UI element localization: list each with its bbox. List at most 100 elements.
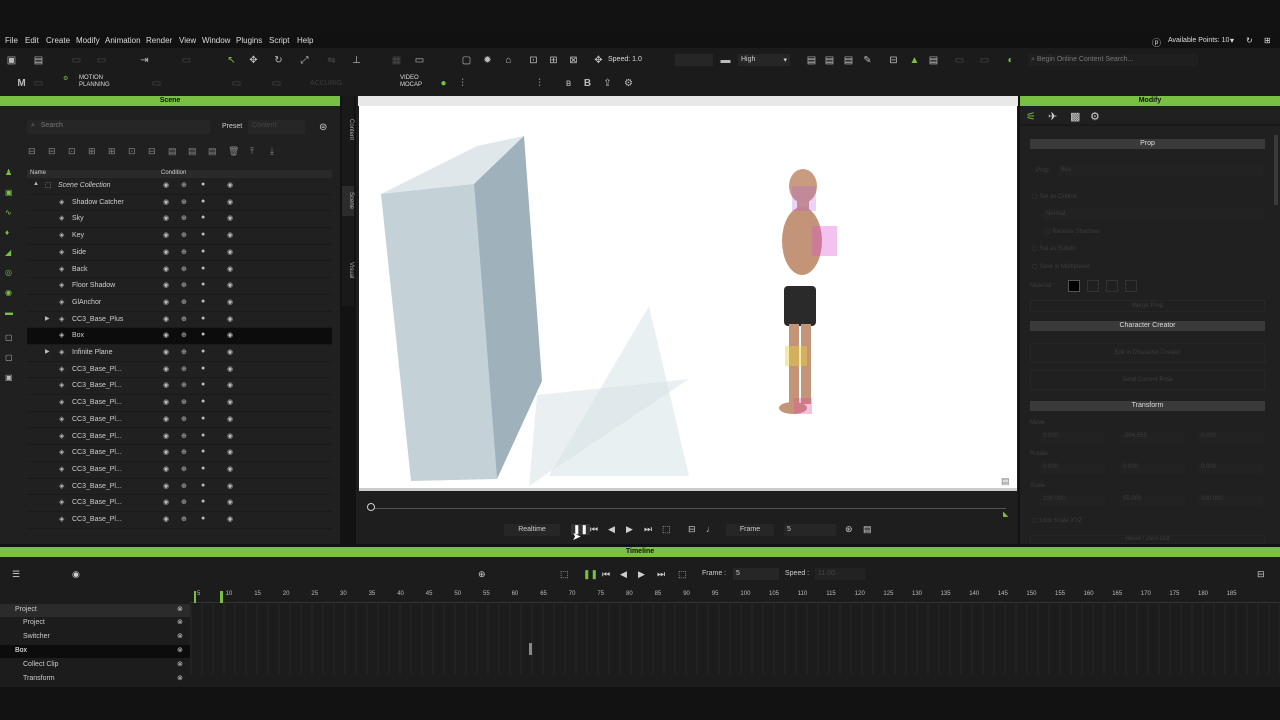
render-icon[interactable]: ◉	[227, 498, 233, 506]
quality-dropdown[interactable]: High ▾	[738, 54, 790, 66]
menu-modify[interactable]: Modify	[76, 34, 100, 45]
scene-row[interactable]: Key ◈ ◉ ⊕ ● ◉	[27, 228, 332, 245]
tool5-icon[interactable]: ▭	[270, 77, 283, 90]
camera-filter-icon[interactable]: ◢	[5, 248, 11, 257]
track-close-icon[interactable]: ⊗	[177, 674, 183, 682]
eye-icon[interactable]: ◉	[163, 432, 169, 440]
shadow-icon[interactable]: ●	[201, 348, 205, 355]
shadow-icon[interactable]: ●	[201, 198, 205, 205]
lock-scale-checkbox[interactable]: ▢ Lock Scale XYZ	[1032, 517, 1082, 524]
timeline-step-back-icon[interactable]: ◀	[620, 569, 627, 580]
scene-row[interactable]: CC3_Base_Pl... ◈ ◉ ⊕ ● ◉	[27, 378, 332, 396]
move-z-input[interactable]: 0.000	[1198, 433, 1263, 443]
sound-filter-icon[interactable]: ◉	[5, 288, 12, 297]
shadow-icon[interactable]: ●	[201, 331, 205, 338]
timeline-eye-icon[interactable]: ◉	[72, 569, 80, 580]
video-icon[interactable]: ▬	[719, 54, 732, 67]
eye-icon[interactable]: ◉	[163, 248, 169, 256]
step-forward-icon[interactable]: ▶	[626, 524, 633, 535]
shadow-icon[interactable]: ●	[201, 231, 205, 238]
eye-icon[interactable]: ◉	[163, 381, 169, 389]
timeline-zoom-icon[interactable]: ⊕	[478, 569, 486, 580]
eye-icon[interactable]: ◉	[163, 465, 169, 473]
eye-icon[interactable]: ◉	[163, 331, 169, 339]
snap-icon[interactable]: ⊥	[350, 54, 363, 67]
scene-row[interactable]: Floor Shadow ◈ ◉ ⊕ ● ◉	[27, 278, 332, 295]
shadow-icon[interactable]: ●	[201, 265, 205, 272]
render-icon[interactable]: ◉	[227, 214, 233, 222]
material-slot-3[interactable]	[1106, 280, 1118, 292]
chevron-down-icon[interactable]: ▾	[1230, 34, 1234, 45]
render-icon[interactable]: ◉	[227, 331, 233, 339]
shadow-icon[interactable]: ●	[201, 465, 205, 472]
lock-icon[interactable]: ⊕	[181, 348, 187, 356]
scene-row[interactable]: CC3_Base_Pl... ◈ ◉ ⊕ ● ◉	[27, 445, 332, 462]
zoom-icon[interactable]: ⊠	[567, 54, 580, 67]
lock-icon[interactable]: ⊕	[181, 448, 187, 456]
shadow-icon[interactable]: ●	[201, 298, 205, 305]
shadow-icon[interactable]: ●	[201, 281, 205, 288]
undo-icon[interactable]: ▭	[95, 54, 108, 67]
brush-icon[interactable]: ʙ	[562, 77, 575, 90]
menu-window[interactable]: Window	[202, 34, 230, 45]
material-slot-4[interactable]	[1125, 280, 1137, 292]
eye-icon[interactable]: ◉	[163, 448, 169, 456]
motion-pose-icon[interactable]: ✈	[1048, 110, 1057, 123]
eye-icon[interactable]: ◉	[163, 214, 169, 222]
light-icon[interactable]: ✹	[481, 54, 494, 67]
timeline-track[interactable]: Project ⊗	[0, 604, 190, 617]
trash-icon[interactable]: 🗑	[228, 146, 239, 157]
timeline-track[interactable]: Collect Clip ⊗	[0, 659, 190, 672]
shadow-icon[interactable]: ●	[201, 448, 205, 455]
layer-icon[interactable]: ⊟	[148, 146, 156, 157]
menu-render[interactable]: Render	[146, 34, 172, 45]
lock-icon[interactable]: ⊕	[181, 432, 187, 440]
record-icon[interactable]: ⊟	[688, 524, 696, 535]
timeline-menu-icon[interactable]: ☰	[12, 569, 20, 580]
scene-row[interactable]: Box ◈ ◉ ⊕ ● ◉	[27, 328, 332, 345]
shadow-icon[interactable]: ●	[201, 381, 205, 388]
scene-row[interactable]: CC3_Base_Pl... ◈ ◉ ⊕ ● ◉	[27, 512, 332, 529]
reset-button[interactable]: Reset / Zero Out	[1030, 535, 1265, 544]
render-icon[interactable]: ◉	[227, 365, 233, 373]
sliders-icon[interactable]: ⫶	[456, 77, 469, 90]
timeline-range-icon[interactable]: ⬚	[678, 569, 687, 580]
shadow-icon[interactable]: ●	[201, 214, 205, 221]
lock-icon[interactable]: ⊕	[181, 231, 187, 239]
scale-y-input[interactable]: 55.000	[1120, 496, 1185, 506]
render-icon[interactable]: ◉	[227, 482, 233, 490]
edit-cc-button[interactable]: Edit in Character Creator	[1030, 343, 1265, 363]
modify-sliders-icon[interactable]: ⚟	[1026, 110, 1036, 123]
move-x-input[interactable]: 0.000	[1040, 433, 1105, 443]
timeline-skip-start-icon[interactable]: ⏮	[602, 569, 610, 580]
render-icon[interactable]: ◉	[227, 348, 233, 356]
scene-row[interactable]: Back ◈ ◉ ⊕ ● ◉	[27, 262, 332, 279]
timeline-skip-end-icon[interactable]: ⏭	[657, 569, 665, 580]
scene-row[interactable]: GlAnchor ◈ ◉ ⊕ ● ◉	[27, 295, 332, 312]
paint-icon[interactable]: ✎	[861, 54, 874, 67]
render-icon[interactable]: ◉	[227, 448, 233, 456]
material-slot-2[interactable]	[1087, 280, 1099, 292]
shadow-icon[interactable]: ●	[201, 498, 205, 505]
lock-icon[interactable]: ⊕	[181, 498, 187, 506]
render-icon[interactable]: ◉	[227, 298, 233, 306]
prop-icon[interactable]: ▭	[180, 54, 193, 67]
3d-viewport[interactable]	[359, 106, 1017, 488]
save-moveset-checkbox[interactable]: ▢ Save in Multipleset	[1032, 263, 1090, 270]
render-icon[interactable]: ◉	[227, 198, 233, 206]
shadow-icon[interactable]: ●	[201, 482, 205, 489]
tab-visual[interactable]: Visual	[342, 258, 354, 283]
online-search-input[interactable]: ⌕ Begin Online Content Search...	[1028, 54, 1198, 66]
filter-icon[interactable]: ⊜	[319, 122, 327, 133]
eye-icon[interactable]: ◉	[163, 482, 169, 490]
timeline-frame-input[interactable]: 5	[733, 568, 779, 580]
material-icon[interactable]: ▩	[1070, 110, 1080, 123]
expand-arrow-icon[interactable]: ▶	[45, 315, 50, 322]
lock-icon[interactable]: ⊕	[181, 281, 187, 289]
rotate-x-input[interactable]: 0.000	[1040, 464, 1105, 474]
component-icon[interactable]: ⚙	[1090, 110, 1100, 123]
shadow-icon[interactable]: ●	[201, 515, 205, 522]
render-icon[interactable]: ◉	[227, 415, 233, 423]
scene-row[interactable]: Shadow Catcher ◈ ◉ ⊕ ● ◉	[27, 195, 332, 212]
screen-icon[interactable]: ▢	[460, 54, 473, 67]
